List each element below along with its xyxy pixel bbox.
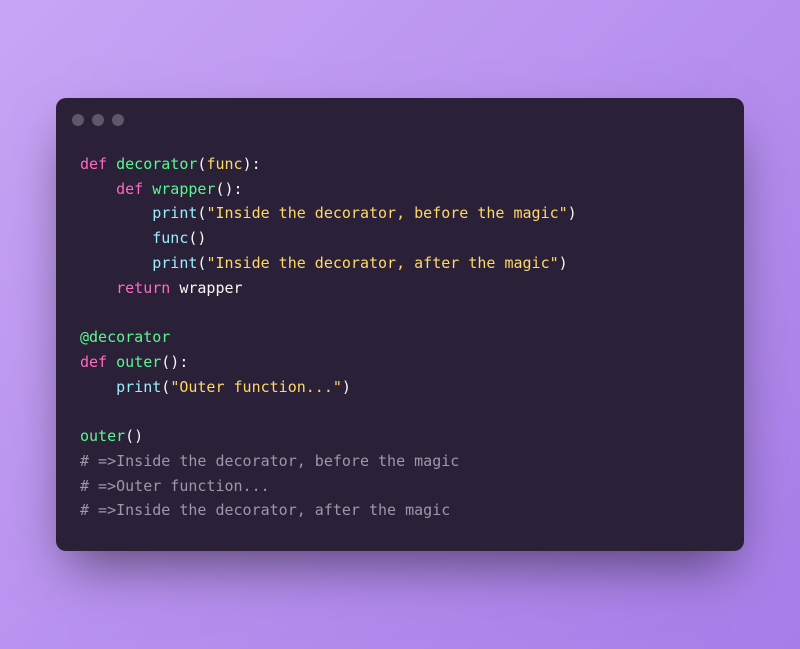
code-block: def decorator(func): def wrapper(): prin… — [56, 134, 744, 551]
code-line: # =>Inside the decorator, after the magi… — [80, 498, 720, 523]
code-token: wrapper — [170, 279, 242, 297]
code-token — [107, 353, 116, 371]
code-token: wrapper — [152, 180, 215, 198]
code-line — [80, 399, 720, 424]
code-token: ): — [243, 155, 261, 173]
code-token: func — [206, 155, 242, 173]
code-token: print — [116, 378, 161, 396]
code-token — [107, 155, 116, 173]
code-line: print("Inside the decorator, after the m… — [80, 251, 720, 276]
code-token: return — [116, 279, 170, 297]
code-token — [80, 204, 152, 222]
code-token: @decorator — [80, 328, 170, 346]
close-icon[interactable] — [72, 114, 84, 126]
code-token: "Outer function..." — [170, 378, 342, 396]
code-token — [80, 180, 116, 198]
code-token: print — [152, 254, 197, 272]
code-token: def — [80, 353, 107, 371]
code-token: def — [80, 155, 107, 173]
code-line — [80, 300, 720, 325]
code-token — [80, 254, 152, 272]
code-token: outer — [116, 353, 161, 371]
code-token: decorator — [116, 155, 197, 173]
code-window: def decorator(func): def wrapper(): prin… — [56, 98, 744, 551]
code-token: () — [125, 427, 143, 445]
code-token: ) — [559, 254, 568, 272]
code-token: # =>Outer function... — [80, 477, 270, 495]
code-token: ) — [568, 204, 577, 222]
code-token: ) — [342, 378, 351, 396]
code-token: outer — [80, 427, 125, 445]
code-token: def — [116, 180, 143, 198]
code-token — [80, 229, 152, 247]
code-line: def decorator(func): — [80, 152, 720, 177]
code-token — [80, 279, 116, 297]
code-token: () — [188, 229, 206, 247]
code-token: ( — [161, 378, 170, 396]
code-token: "Inside the decorator, before the magic" — [206, 204, 567, 222]
code-token: (): — [161, 353, 188, 371]
code-token — [80, 378, 116, 396]
code-token: print — [152, 204, 197, 222]
code-line: # =>Inside the decorator, before the mag… — [80, 449, 720, 474]
code-line: def outer(): — [80, 350, 720, 375]
code-line: @decorator — [80, 325, 720, 350]
code-line: return wrapper — [80, 276, 720, 301]
code-token: func — [152, 229, 188, 247]
code-line: print("Outer function...") — [80, 375, 720, 400]
code-line: print("Inside the decorator, before the … — [80, 201, 720, 226]
code-token: # =>Inside the decorator, before the mag… — [80, 452, 459, 470]
code-token — [143, 180, 152, 198]
code-line: # =>Outer function... — [80, 474, 720, 499]
code-token: # =>Inside the decorator, after the magi… — [80, 501, 450, 519]
minimize-icon[interactable] — [92, 114, 104, 126]
code-token: "Inside the decorator, after the magic" — [206, 254, 558, 272]
maximize-icon[interactable] — [112, 114, 124, 126]
code-token: (): — [215, 180, 242, 198]
window-titlebar — [56, 98, 744, 134]
code-line: def wrapper(): — [80, 177, 720, 202]
code-line: func() — [80, 226, 720, 251]
code-line: outer() — [80, 424, 720, 449]
